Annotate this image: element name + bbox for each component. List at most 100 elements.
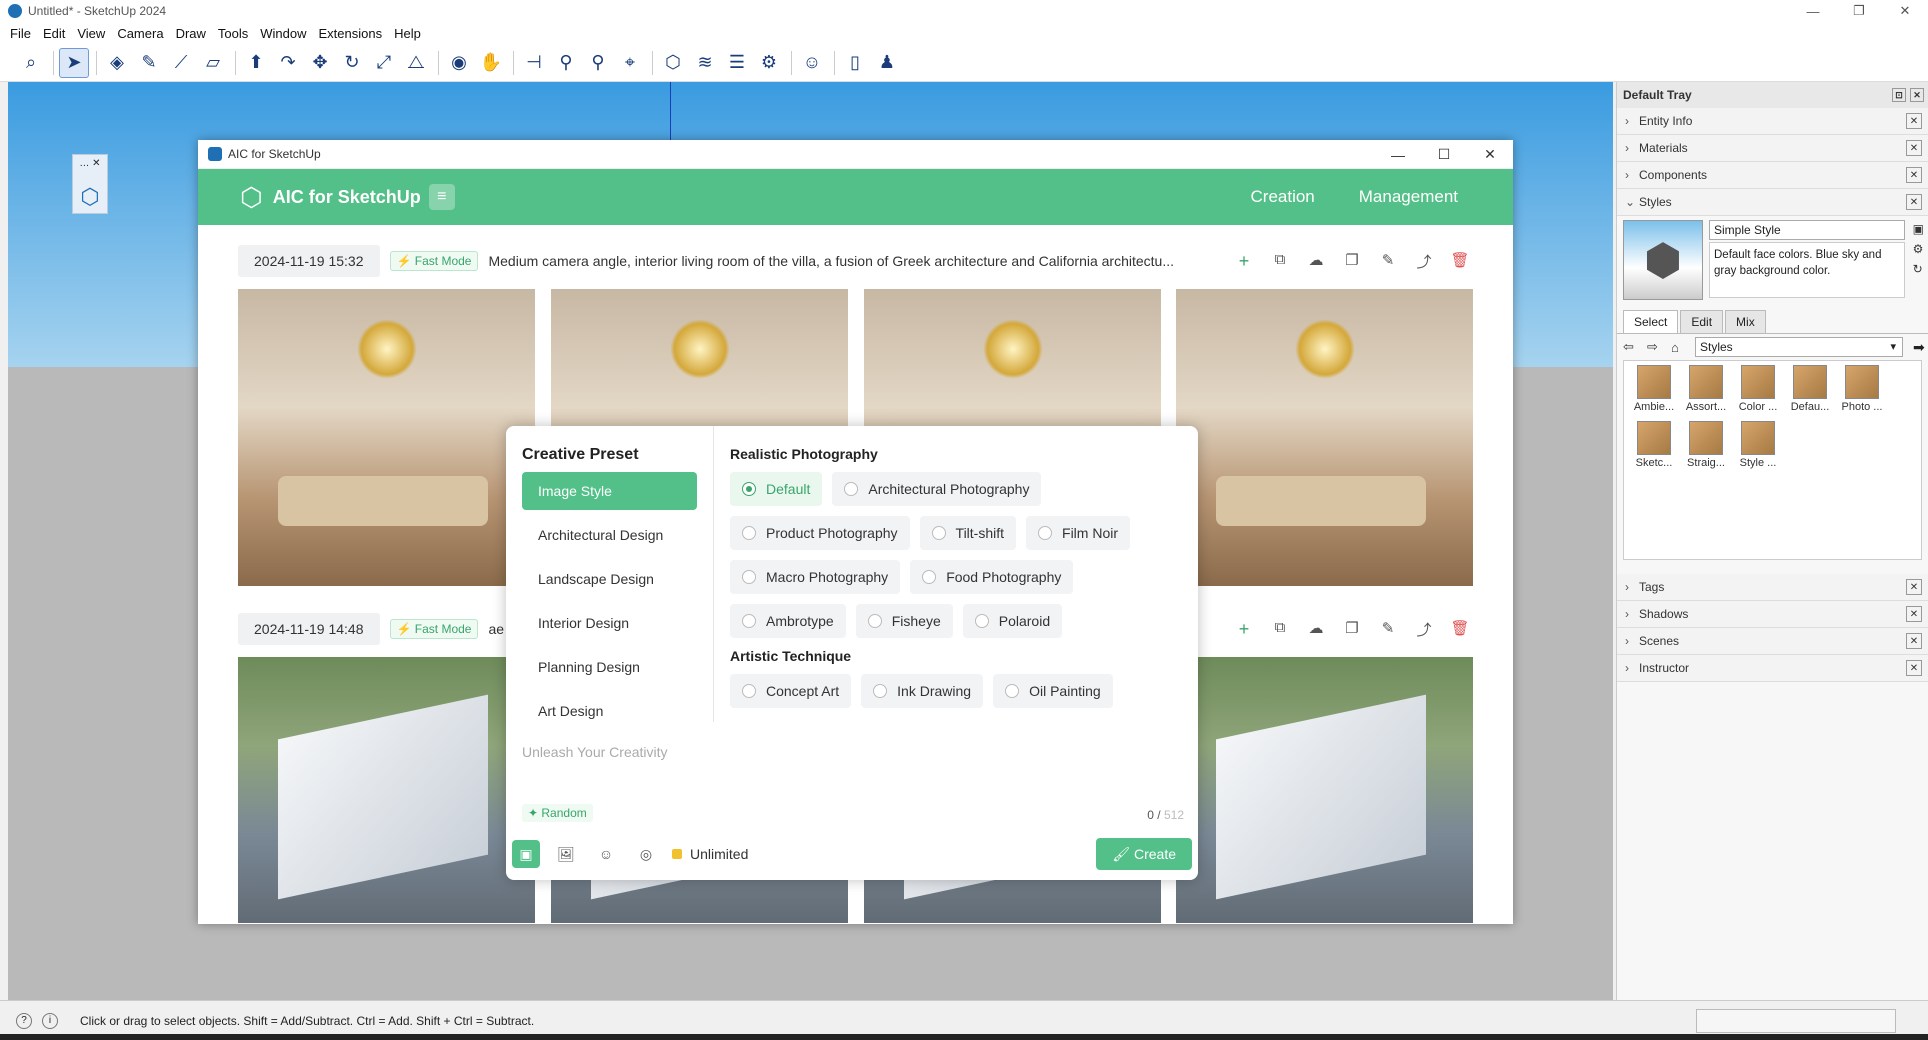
section-tags[interactable]: › Tags ✕ [1617,574,1928,601]
select-icon[interactable]: ➤ [59,47,89,78]
create-style-icon[interactable]: ▣ [1913,222,1924,236]
option-chip[interactable]: Film Noir [1026,516,1131,550]
result-image[interactable] [238,657,535,923]
section-close-icon[interactable]: ✕ [1906,660,1922,676]
section-close-icon[interactable]: ✕ [1906,167,1922,183]
target-icon[interactable]: ◎ [632,840,660,868]
create-button[interactable]: 🖌 Create [1096,838,1192,870]
option-chip[interactable]: Polaroid [962,604,1063,638]
tab-mix[interactable]: Mix [1725,310,1766,333]
measurements-box[interactable] [1696,1009,1896,1033]
zoom-extents-icon[interactable]: ⌕ [16,48,46,78]
style-item[interactable]: Color ... [1732,365,1784,421]
add-user-icon[interactable]: ♟ [872,48,902,78]
push-pull-icon[interactable]: ⬆ [241,48,271,78]
copy-icon[interactable]: ⧉ [1262,251,1298,272]
category-architectural-design[interactable]: Architectural Design [522,516,697,554]
styles-icon[interactable]: ≋ [690,48,720,78]
section-plane-icon[interactable]: ⊣ [519,48,549,78]
section-styles[interactable]: ⌄ Styles ✕ [1617,189,1928,216]
style-item[interactable]: Photo ... [1836,365,1888,421]
option-chip[interactable]: Ink Drawing [861,674,984,708]
info-icon[interactable]: i [42,1012,58,1029]
aic-minimize-button[interactable]: — [1375,140,1421,169]
move-icon[interactable]: ✥ [305,48,335,78]
refresh-icon[interactable]: ↻ [1913,262,1924,276]
option-chip[interactable]: Food Photography [910,560,1074,594]
delete-icon[interactable]: 🗑 [1442,251,1478,272]
option-chip[interactable]: Concept Art [730,674,852,708]
result-image[interactable] [1176,289,1473,586]
add-icon[interactable]: + [1226,619,1262,640]
category-image-style[interactable]: Image Style [522,472,697,510]
section-close-icon[interactable]: ✕ [1906,579,1922,595]
update-style-icon[interactable]: ⚙ [1913,242,1924,256]
option-chip[interactable]: Architectural Photography [832,472,1042,506]
nav-creation[interactable]: Creation [1251,187,1315,207]
aic-maximize-button[interactable]: ☐ [1421,140,1467,169]
option-chip[interactable]: Ambrotype [730,604,846,638]
preset-toggle-icon[interactable]: ▣ [512,840,540,868]
menu-file[interactable]: File [10,26,31,41]
components-icon[interactable]: ⬡ [658,48,688,78]
share-icon[interactable]: ⤴ [1406,251,1442,272]
collection-select[interactable]: Styles [1695,337,1903,357]
result-image[interactable] [1176,657,1473,923]
section-close-icon[interactable]: ✕ [1906,113,1922,129]
section-close-icon[interactable]: ✕ [1906,633,1922,649]
scenes-icon[interactable]: ⚙ [754,48,784,78]
shape-icon[interactable]: ▱ [198,48,228,78]
menu-camera[interactable]: Camera [117,26,163,41]
flip-icon[interactable]: ⧍ [401,48,431,78]
scale-icon[interactable]: ⤢ [369,48,399,78]
forward-icon[interactable]: ⇨ [1647,339,1671,355]
aic-hexagon-icon[interactable]: ⬡ [80,184,99,210]
style-item[interactable]: Defau... [1784,365,1836,421]
duplicate-icon[interactable]: ❐ [1334,619,1370,640]
category-landscape-design[interactable]: Landscape Design [522,560,697,598]
layers-icon[interactable]: ☰ [722,48,752,78]
copy-icon[interactable]: ⧉ [1262,619,1298,640]
orbit-icon[interactable]: ◉ [444,48,474,78]
option-chip[interactable]: Fisheye [855,604,953,638]
line-icon[interactable]: ⟋ [166,48,196,78]
pan-icon[interactable]: ✋ [476,48,506,78]
section-shadows[interactable]: › Shadows ✕ [1617,601,1928,628]
minimize-button[interactable]: — [1790,0,1836,22]
section-close-icon[interactable]: ✕ [1906,194,1922,210]
section-materials[interactable]: › Materials ✕ [1617,135,1928,162]
menu-view[interactable]: View [77,26,105,41]
rotate-icon[interactable]: ↻ [337,48,367,78]
menu-extensions[interactable]: Extensions [319,26,383,41]
close-button[interactable]: ✕ [1882,0,1928,22]
result-image[interactable] [238,289,535,586]
hamburger-menu-button[interactable]: ≡ [428,184,455,210]
upload-icon[interactable]: ☁ [1298,251,1334,272]
add-icon[interactable]: + [1226,251,1262,272]
style-description-field[interactable]: Default face colors. Blue sky and gray b… [1709,242,1905,298]
option-chip[interactable]: Product Photography [730,516,910,550]
menu-edit[interactable]: Edit [43,26,65,41]
menu-help[interactable]: Help [394,26,421,41]
edit-wand-icon[interactable]: ✎ [1370,619,1406,640]
restore-button[interactable]: ❐ [1836,0,1882,22]
section-scenes[interactable]: › Scenes ✕ [1617,628,1928,655]
style-name-field[interactable]: Simple Style [1709,220,1905,240]
zoom-window-icon[interactable]: ⌖ [615,48,645,78]
image-upload-icon[interactable]: 🖼 [552,840,580,868]
nav-management[interactable]: Management [1359,187,1458,207]
style-item[interactable]: Straig... [1680,421,1732,477]
category-interior-design[interactable]: Interior Design [522,604,697,642]
menu-draw[interactable]: Draw [176,26,206,41]
geolocation-icon[interactable]: ? [16,1012,32,1029]
category-art-design[interactable]: Art Design [522,692,697,722]
section-instructor[interactable]: › Instructor ✕ [1617,655,1928,682]
new-document-icon[interactable]: ▯ [840,48,870,78]
section-close-icon[interactable]: ✕ [1906,606,1922,622]
style-item[interactable]: Ambie... [1628,365,1680,421]
menu-tools[interactable]: Tools [218,26,248,41]
style-item[interactable]: Style ... [1732,421,1784,477]
pencil-icon[interactable]: ✎ [134,48,164,78]
prompt-input[interactable]: Unleash Your Creativity ✦ Random 0 / 512 [512,732,1192,832]
back-icon[interactable]: ⇦ [1623,339,1647,355]
